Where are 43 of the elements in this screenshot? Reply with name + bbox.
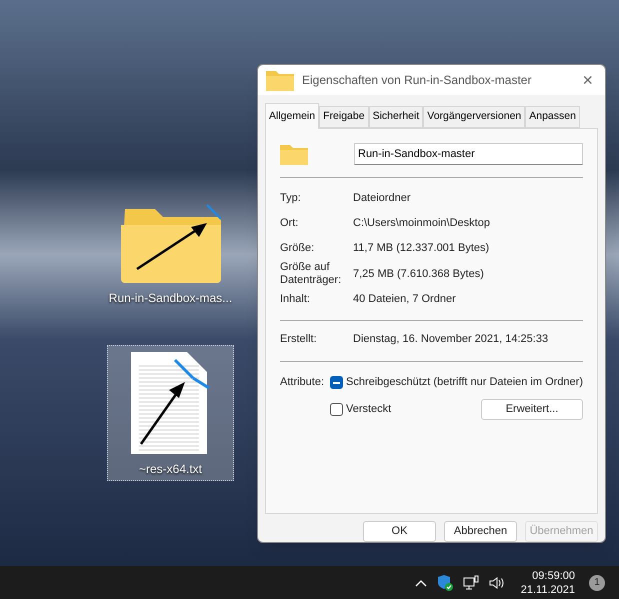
property-label: Erstellt: [280, 332, 318, 347]
close-button[interactable]: × [578, 71, 597, 89]
name-field[interactable]: Run-in-Sandbox-master [354, 142, 583, 165]
clock-time: 09:59:00 [532, 568, 575, 582]
checkbox[interactable] [330, 376, 343, 389]
dialog-button[interactable]: Abbrechen [444, 520, 517, 542]
property-label: Attribute: [280, 375, 326, 390]
folder-icon [266, 69, 294, 91]
folder-icon [280, 142, 308, 165]
checkbox-label[interactable]: Versteckt [346, 401, 392, 418]
clock[interactable]: 09:59:00 21.11.2021 [520, 568, 575, 596]
desktop-icon[interactable]: Run-in-Sandbox-mas... [107, 180, 234, 310]
tab[interactable]: Vorgängerversionen [423, 106, 526, 128]
tab[interactable]: Freigabe [319, 106, 369, 128]
dialog-button[interactable]: OK [363, 520, 436, 542]
property-label: Ort: [280, 216, 300, 230]
chevron-up-icon[interactable] [414, 578, 427, 586]
checkbox-label[interactable]: Schreibgeschützt (betrifft nur Dateien im Ordner) [346, 374, 583, 391]
speaker-icon[interactable] [488, 576, 505, 590]
shield-icon[interactable] [436, 574, 453, 591]
advanced-button[interactable]: Erweitert... [481, 398, 583, 420]
notification-badge[interactable]: 1 [589, 574, 605, 590]
property-label: Typ: [280, 192, 302, 205]
tab[interactable]: Allgemein [265, 103, 320, 129]
property-value: C:\Users\moinmoin\Desktop [353, 216, 490, 231]
tab[interactable]: Sicherheit [368, 106, 424, 128]
network-icon[interactable] [462, 575, 479, 590]
icon-label: ~res-x64.txt [138, 461, 202, 478]
property-label: Größe auf Datenträger: [280, 260, 342, 287]
property-label: Größe: [280, 242, 316, 255]
desktop-icon[interactable]: ~res-x64.txt [107, 345, 234, 481]
icon-label: Run-in-Sandbox-mas... [108, 290, 232, 307]
property-value: 40 Dateien, 7 Ordner [353, 292, 456, 307]
tab[interactable]: Anpassen [525, 106, 580, 128]
checkbox[interactable] [330, 402, 343, 416]
clock-date: 21.11.2021 [520, 582, 575, 596]
text-file-shortcut-icon [130, 352, 210, 454]
property-label: Inhalt: [280, 292, 311, 306]
property-value: 11,7 MB (12.337.001 Bytes) [353, 241, 490, 256]
property-value: Dateiordner [353, 191, 410, 206]
window-title: Eigenschaften von Run-in-Sandbox-master [302, 72, 532, 89]
property-value: Dienstag, 16. November 2021, 14:25:33 [353, 332, 548, 347]
property-value: 7,25 MB (7.610.368 Bytes) [353, 266, 484, 282]
